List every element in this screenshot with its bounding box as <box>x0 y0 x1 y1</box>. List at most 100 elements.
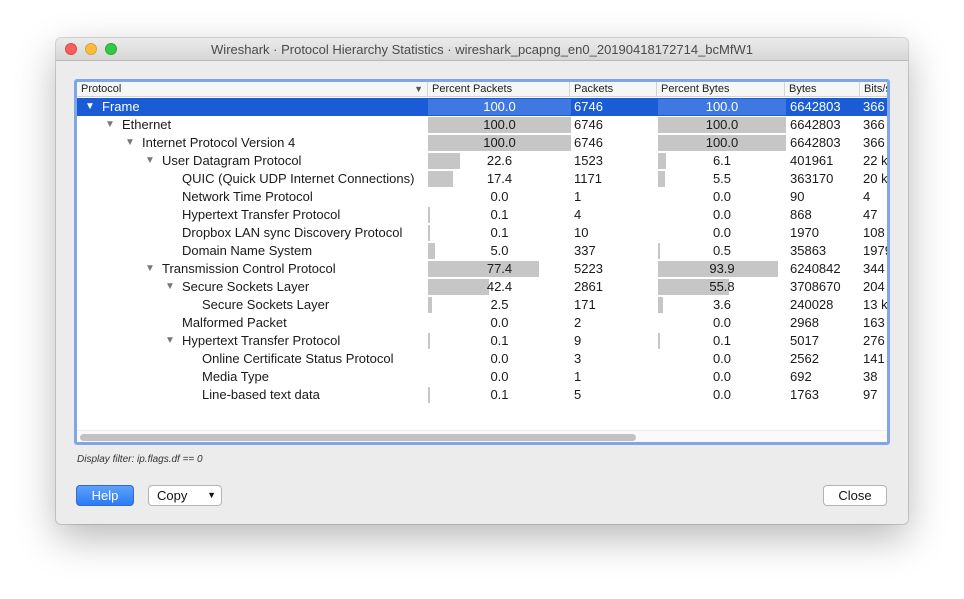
protocol-cell: Domain Name System <box>77 242 425 260</box>
tree-row[interactable]: Malformed Packet 0.0 2 0.0 2968 163 <box>77 314 887 332</box>
column-header-bits-per-second[interactable]: Bits/s <box>860 82 887 97</box>
percent-packets-value: 0.0 <box>490 315 509 330</box>
horizontal-scrollbar-thumb[interactable] <box>80 434 636 441</box>
protocol-name: Internet Protocol Version 4 <box>142 135 296 150</box>
copy-button[interactable]: Copy ▼ <box>148 485 222 506</box>
percent-bytes-cell: 100.0 <box>658 98 786 116</box>
percent-bytes-value: 100.0 <box>705 135 739 150</box>
title-bar: Wireshark · Protocol Hierarchy Statistic… <box>56 38 908 61</box>
percent-bytes-cell: 0.1 <box>658 332 786 350</box>
display-filter-label: Display filter: ip.flags.df == 0 <box>77 454 203 465</box>
percent-bytes-value: 0.0 <box>712 207 732 222</box>
column-header-protocol[interactable]: Protocol ▼ <box>77 82 428 97</box>
horizontal-scrollbar[interactable] <box>77 430 887 442</box>
bits-per-second-cell: 163 <box>863 315 885 330</box>
column-header-packets[interactable]: Packets <box>570 82 657 97</box>
column-header-bytes[interactable]: Bytes <box>785 82 860 97</box>
protocol-cell: Hypertext Transfer Protocol <box>77 206 425 224</box>
packets-cell: 10 <box>574 225 589 240</box>
packets-cell: 171 <box>574 297 596 312</box>
tree-row[interactable]: Media Type 0.0 1 0.0 692 38 <box>77 368 887 386</box>
triangle-down-icon[interactable]: ▼ <box>165 278 175 296</box>
percent-packets-value: 0.1 <box>490 225 509 240</box>
bytes-cell: 868 <box>790 207 812 222</box>
percent-packets-value: 0.0 <box>490 369 509 384</box>
percent-bytes-value: 0.5 <box>712 243 732 258</box>
bits-per-second-cell: 13 k <box>863 297 887 312</box>
protocol-cell: ▼ Internet Protocol Version 4 <box>77 134 425 152</box>
percent-bytes-value: 0.0 <box>712 387 732 402</box>
bits-per-second-cell: 97 <box>863 387 878 402</box>
help-button[interactable]: Help <box>76 485 134 506</box>
copy-button-label: Copy <box>157 488 188 503</box>
tree-row[interactable]: Network Time Protocol 0.0 1 0.0 90 4 <box>77 188 887 206</box>
protocol-name: Malformed Packet <box>182 315 287 330</box>
triangle-down-icon[interactable]: ▼ <box>145 152 155 170</box>
bytes-cell: 1970 <box>790 225 819 240</box>
bytes-cell: 6642803 <box>790 117 841 132</box>
tree-row[interactable]: ▼ Secure Sockets Layer 42.4 2861 55.8 3708670… <box>77 278 887 296</box>
percent-packets-cell: 0.0 <box>428 188 571 206</box>
bytes-cell: 90 <box>790 189 805 204</box>
triangle-down-icon[interactable]: ▼ <box>125 134 135 152</box>
packets-cell: 5 <box>574 387 582 402</box>
protocol-cell: Dropbox LAN sync Discovery Protocol <box>77 224 425 242</box>
column-header-percent-bytes[interactable]: Percent Bytes <box>657 82 785 97</box>
packets-cell: 337 <box>574 243 596 258</box>
protocol-tree[interactable]: Protocol ▼ Percent Packets Packets Perce… <box>77 82 887 442</box>
percent-bytes-cell: 0.0 <box>658 206 786 224</box>
bits-per-second-cell: 204 <box>863 279 885 294</box>
bits-per-second-cell: 20 k <box>863 171 887 186</box>
tree-row[interactable]: ▼ User Datagram Protocol 22.6 1523 6.1 401961… <box>77 152 887 170</box>
protocol-name: QUIC (Quick UDP Internet Connections) <box>182 171 415 186</box>
packets-cell: 1171 <box>574 171 602 186</box>
tree-row[interactable]: Hypertext Transfer Protocol 0.1 4 0.0 868 47 <box>77 206 887 224</box>
bytes-cell: 2968 <box>790 315 819 330</box>
packets-cell: 9 <box>574 333 582 348</box>
bytes-cell: 2562 <box>790 351 819 366</box>
close-button[interactable]: Close <box>823 485 887 506</box>
percent-packets-cell: 2.5 <box>428 296 571 314</box>
protocol-name: Domain Name System <box>182 243 313 258</box>
protocol-cell: Malformed Packet <box>77 314 425 332</box>
percent-bytes-cell: 0.5 <box>658 242 786 260</box>
tree-row[interactable]: Dropbox LAN sync Discovery Protocol 0.1 10… <box>77 224 887 242</box>
packets-cell: 5223 <box>574 261 603 276</box>
protocol-name: Online Certificate Status Protocol <box>202 351 394 366</box>
tree-row[interactable]: ▼ Transmission Control Protocol 77.4 5223 93… <box>77 260 887 278</box>
percent-bytes-value: 6.1 <box>712 153 732 168</box>
bits-per-second-cell: 366 <box>863 135 885 150</box>
percent-bytes-value: 0.0 <box>712 315 732 330</box>
tree-row[interactable]: Online Certificate Status Protocol 0.0 3 0.… <box>77 350 887 368</box>
bits-per-second-cell: 22 k <box>863 153 887 168</box>
percent-packets-cell: 0.0 <box>428 368 571 386</box>
protocol-name: Hypertext Transfer Protocol <box>182 207 341 222</box>
triangle-down-icon[interactable]: ▼ <box>145 260 155 278</box>
percent-packets-cell: 0.1 <box>428 332 571 350</box>
tree-header: Protocol ▼ Percent Packets Packets Perce… <box>77 82 887 97</box>
tree-row[interactable]: ▼ Hypertext Transfer Protocol 0.1 9 0.1 5017 2… <box>77 332 887 350</box>
percent-packets-value: 100.0 <box>483 135 516 150</box>
tree-row[interactable]: Secure Sockets Layer 2.5 171 3.6 240028 13 k <box>77 296 887 314</box>
bits-per-second-cell: 47 <box>863 207 878 222</box>
bytes-cell: 401961 <box>790 153 834 168</box>
column-header-percent-packets[interactable]: Percent Packets <box>428 82 570 97</box>
bits-per-second-cell: 141 <box>863 351 885 366</box>
tree-row[interactable]: ▼ Ethernet 100.0 6746 100.0 6642803 366 <box>77 116 887 134</box>
protocol-name: Network Time Protocol <box>182 189 313 204</box>
triangle-down-icon[interactable]: ▼ <box>165 332 175 350</box>
bytes-cell: 1763 <box>790 387 819 402</box>
triangle-down-icon[interactable]: ▼ <box>85 98 95 116</box>
percent-packets-cell: 100.0 <box>428 116 571 134</box>
percent-packets-value: 100.0 <box>483 117 516 132</box>
tree-row[interactable]: ▼ Frame 100.0 6746 100.0 6642803 366 <box>77 98 887 116</box>
bytes-cell: 35863 <box>790 243 827 258</box>
tree-row[interactable]: Domain Name System 5.0 337 0.5 35863 1979 <box>77 242 887 260</box>
triangle-down-icon[interactable]: ▼ <box>105 116 115 134</box>
tree-row[interactable]: Line-based text data 0.1 5 0.0 1763 97 <box>77 386 887 404</box>
percent-bytes-cell: 6.1 <box>658 152 786 170</box>
bits-per-second-cell: 276 <box>863 333 885 348</box>
packets-cell: 6746 <box>574 99 603 114</box>
tree-row[interactable]: QUIC (Quick UDP Internet Connections) 17.… <box>77 170 887 188</box>
tree-row[interactable]: ▼ Internet Protocol Version 4 100.0 6746 100… <box>77 134 887 152</box>
